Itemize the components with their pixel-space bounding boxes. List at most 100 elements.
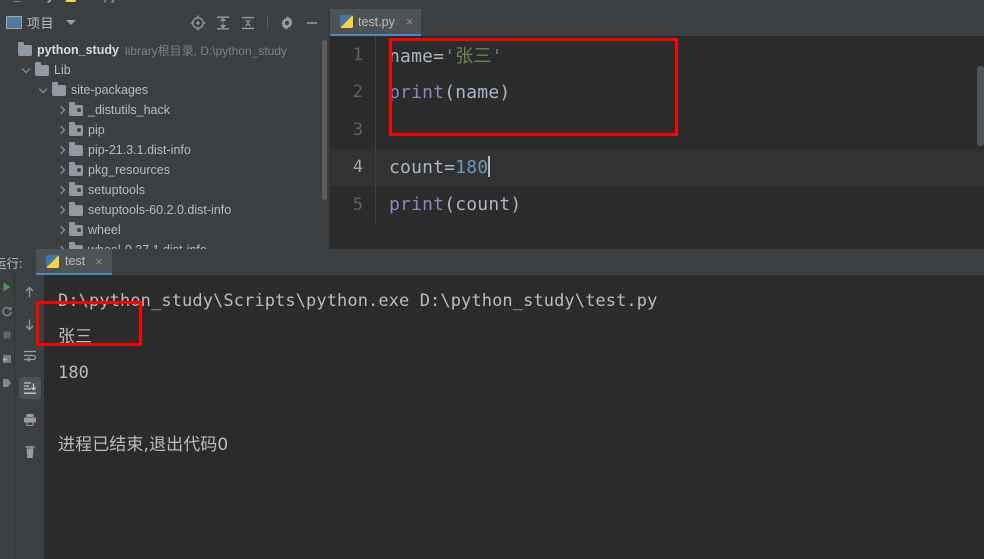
breadcrumb-separator: / <box>58 0 61 3</box>
folder-module-icon <box>69 121 83 136</box>
code-line[interactable]: 2 print(name) <box>330 73 984 111</box>
tree-item-sublabel: library根目录, D:\python_study <box>124 43 288 58</box>
tree-item[interactable]: Lib <box>0 60 329 80</box>
tree-item-label: pkg_resources <box>88 163 170 177</box>
code-token: name= <box>389 45 445 67</box>
project-panel-title: 项目 <box>27 16 55 31</box>
tree-item[interactable]: pkg_resources <box>0 160 329 180</box>
chevron-down-icon[interactable] <box>21 64 33 76</box>
editor-scrollbar[interactable] <box>977 66 984 146</box>
chevron-right-icon[interactable] <box>55 124 67 136</box>
tree-item-label: setuptools <box>88 183 145 197</box>
folder-icon <box>18 41 32 56</box>
toolbar-divider <box>267 15 268 30</box>
project-tree-scrollbar[interactable] <box>322 40 327 200</box>
run-tab-label: test <box>65 254 86 268</box>
rerun-icon[interactable] <box>1 281 13 293</box>
chevron-right-icon[interactable] <box>55 184 67 196</box>
code-token: (name) <box>444 81 511 103</box>
select-opened-file-icon[interactable] <box>190 15 206 31</box>
console-line: 180 <box>58 363 90 383</box>
gutter-divider <box>375 111 376 149</box>
tree-item-label: pip <box>88 123 105 137</box>
line-number: 1 <box>352 44 363 65</box>
run-tool-window: 运行: test × D:\python_study\Scripts\pytho… <box>0 249 984 559</box>
chevron-right-icon[interactable] <box>55 144 67 156</box>
resume-icon[interactable] <box>1 377 13 389</box>
soft-wrap-icon[interactable] <box>19 345 41 367</box>
pin-tab-icon[interactable] <box>1 353 13 365</box>
project-toolbar <box>190 15 325 31</box>
breadcrumb-file[interactable]: test.py <box>80 0 117 3</box>
chevron-right-icon[interactable] <box>55 204 67 216</box>
editor-area: test.py × 1 name='张三' 2 print(name) 3 4 count=… <box>330 9 984 249</box>
code-token: 180 <box>455 157 489 179</box>
folder-module-icon <box>69 101 83 116</box>
breadcrumb: on_study / test.py <box>0 0 984 9</box>
code-line[interactable]: 5 print(count) <box>330 186 984 224</box>
scroll-down-icon[interactable] <box>19 313 41 335</box>
stop-icon[interactable] <box>1 329 13 341</box>
close-icon[interactable]: × <box>95 254 103 269</box>
code-line[interactable]: 1 name='张三' <box>330 36 984 74</box>
tree-item[interactable]: setuptools-60.2.0.dist-info <box>0 200 329 220</box>
scroll-to-end-icon[interactable] <box>18 377 41 399</box>
folder-module-icon <box>69 181 83 196</box>
run-panel-label: 运行: <box>0 257 23 271</box>
folder-module-icon <box>69 221 83 236</box>
tree-item[interactable]: wheel-0.37.1.dist-info <box>0 240 329 249</box>
code-line[interactable]: 3 <box>330 111 984 149</box>
rerun-failed-icon[interactable] <box>1 305 13 317</box>
pycharm-window: on_study / test.py 项目 <box>0 0 984 559</box>
line-number: 5 <box>352 194 363 215</box>
code-token: '张三' <box>444 45 503 67</box>
run-panel-body: D:\python_study\Scripts\python.exe D:\py… <box>0 275 984 559</box>
code-token: print <box>389 81 445 103</box>
code-line[interactable]: 4 count=180 <box>330 148 984 186</box>
breadcrumb-project[interactable]: on_study <box>0 0 54 3</box>
tree-item[interactable]: wheel <box>0 220 329 240</box>
code-text: name='张三' <box>376 42 503 68</box>
code-token: count= <box>389 157 456 179</box>
tree-item[interactable]: pip-21.3.1.dist-info <box>0 140 329 160</box>
python-run-icon <box>46 254 59 268</box>
tree-item-label: python_study <box>37 43 119 57</box>
tree-item[interactable]: site-packages <box>0 80 329 100</box>
chevron-right-icon[interactable] <box>55 224 67 236</box>
python-file-icon <box>65 0 77 2</box>
close-icon[interactable]: × <box>406 15 414 28</box>
tree-item[interactable]: python_study library根目录, D:\python_study <box>0 40 329 60</box>
chevron-right-icon[interactable] <box>55 104 67 116</box>
expand-all-icon[interactable] <box>215 15 231 31</box>
console-line: 进程已结束,退出代码0 <box>58 435 229 455</box>
folder-icon <box>52 81 66 96</box>
chevron-down-icon[interactable] <box>38 84 50 96</box>
chevron-down-icon[interactable] <box>66 20 77 25</box>
scroll-up-icon[interactable] <box>19 281 41 303</box>
line-number: 2 <box>352 82 363 103</box>
console-toolbar <box>15 275 44 559</box>
tree-item[interactable]: pip <box>0 120 329 140</box>
collapse-all-icon[interactable] <box>240 15 256 31</box>
folder-icon <box>35 61 49 76</box>
tree-item[interactable]: _distutils_hack <box>0 100 329 120</box>
tree-item[interactable]: setuptools <box>0 180 329 200</box>
tree-item-label: setuptools-60.2.0.dist-info <box>88 203 232 217</box>
tab-label: test.py <box>358 14 395 29</box>
console-line: D:\python_study\Scripts\python.exe D:\py… <box>58 291 658 311</box>
project-panel-header: 项目 <box>0 9 329 36</box>
runner-toolbar <box>0 275 15 559</box>
chevron-right-icon[interactable] <box>55 164 67 176</box>
code-editor[interactable]: 1 name='张三' 2 print(name) 3 4 count=180 5 print(… <box>330 36 984 249</box>
settings-gear-icon[interactable] <box>279 15 295 31</box>
tree-item-label: pip-21.3.1.dist-info <box>88 143 191 157</box>
console-output[interactable]: D:\python_study\Scripts\python.exe D:\py… <box>44 275 984 559</box>
print-icon[interactable] <box>19 409 41 431</box>
project-tree[interactable]: python_study library根目录, D:\python_study L… <box>0 36 329 249</box>
tab-test-py[interactable]: test.py × <box>330 9 422 36</box>
run-tab-test[interactable]: test × <box>36 249 112 275</box>
clear-all-icon[interactable] <box>19 441 41 463</box>
hide-panel-icon[interactable] <box>304 15 320 31</box>
